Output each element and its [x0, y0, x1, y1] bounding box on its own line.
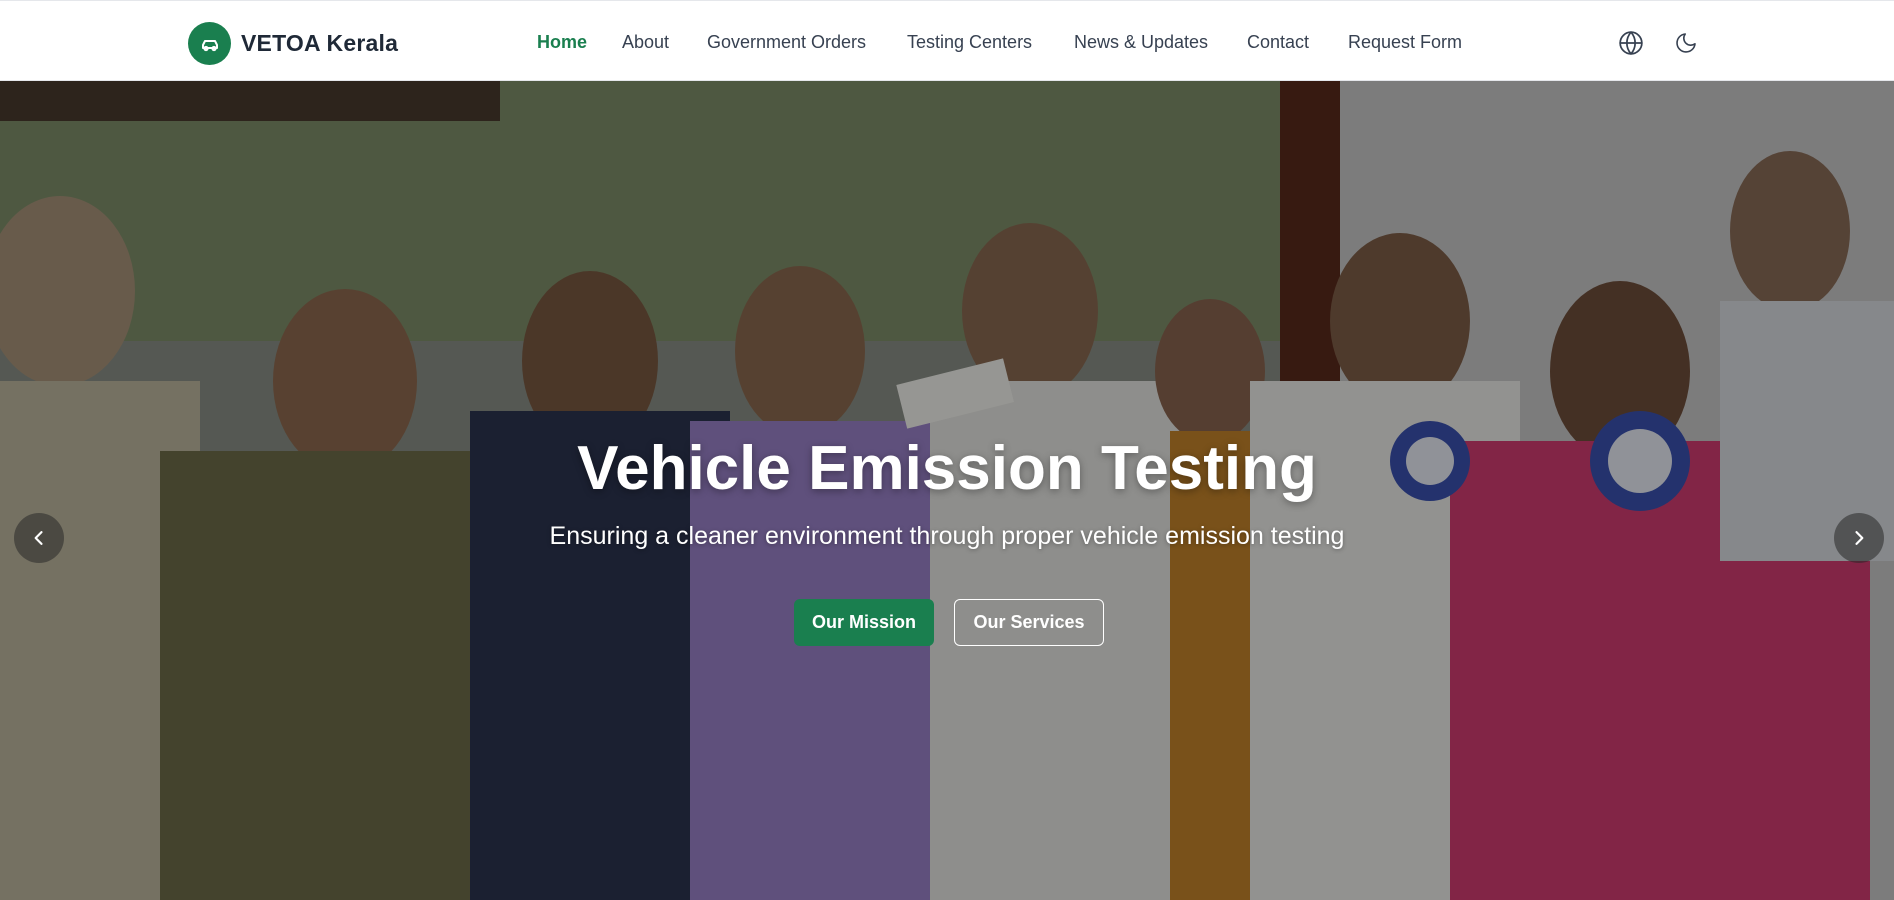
- nav-item-contact[interactable]: Contact: [1247, 32, 1309, 53]
- hero-subtitle: Ensuring a cleaner environment through p…: [549, 522, 1345, 550]
- nav-item-testing-centers[interactable]: Testing Centers: [907, 32, 1032, 53]
- our-mission-button[interactable]: Our Mission: [794, 599, 934, 646]
- globe-icon[interactable]: [1618, 30, 1644, 56]
- nav-item-about[interactable]: About: [622, 32, 669, 53]
- nav-item-home[interactable]: Home: [537, 32, 587, 53]
- moon-icon[interactable]: [1673, 30, 1699, 56]
- nav-item-news-updates[interactable]: News & Updates: [1074, 32, 1208, 53]
- hero-carousel: Vehicle Emission Testing Ensuring a clea…: [0, 81, 1894, 900]
- carousel-prev-button[interactable]: [14, 513, 64, 563]
- nav-item-request-form[interactable]: Request Form: [1348, 32, 1462, 53]
- navbar: VETOA Kerala Home About Government Order…: [0, 0, 1894, 81]
- nav-item-government-orders[interactable]: Government Orders: [707, 32, 866, 53]
- chevron-left-icon: [34, 531, 43, 545]
- our-services-button[interactable]: Our Services: [954, 599, 1104, 646]
- hero-title: Vehicle Emission Testing: [577, 434, 1317, 503]
- carousel-next-button[interactable]: [1834, 513, 1884, 563]
- chevron-right-icon: [1855, 531, 1864, 545]
- main-nav: Home About Government Orders Testing Cen…: [0, 1, 1894, 82]
